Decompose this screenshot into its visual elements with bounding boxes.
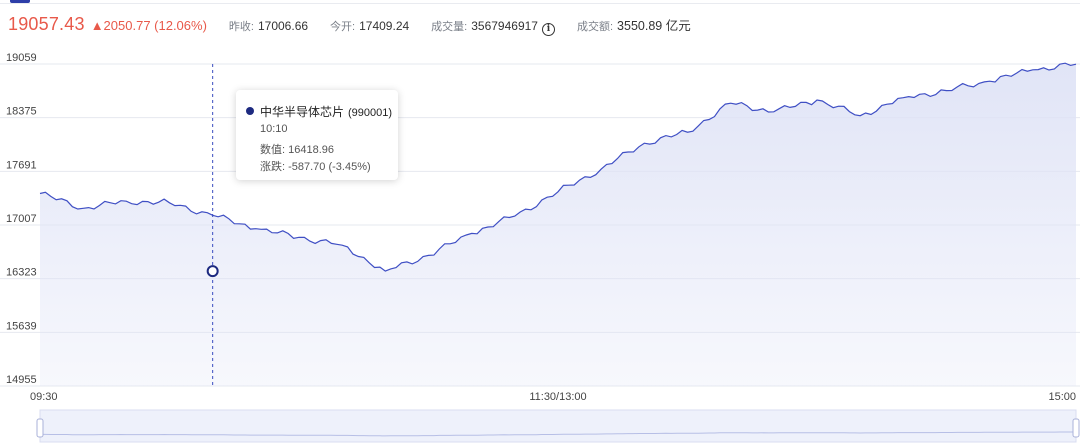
y-tick-label: 15639 — [6, 320, 37, 332]
range-slider-track — [39, 409, 1077, 443]
volume-label: 成交量: — [431, 21, 468, 33]
tooltip-value: 数值: 16418.96 — [260, 144, 334, 156]
y-tick-label: 17007 — [6, 213, 37, 225]
open-value: 17409.24 — [359, 19, 410, 33]
info-icon[interactable]: i — [541, 23, 555, 36]
range-slider-right-handle[interactable] — [1072, 418, 1080, 438]
series-dot-icon — [246, 107, 254, 115]
quote-header: 19057.43 ▲2050.77 (12.06%) 昨收: 17006.66 … — [8, 14, 691, 38]
y-tick-label: 14955 — [6, 374, 37, 386]
tooltip-series-name: 中华半导体芯片 — [260, 105, 345, 119]
x-tick-label: 15:00 — [1048, 391, 1076, 403]
y-tick-label: 19059 — [6, 52, 37, 64]
tooltip-title: 中华半导体芯片 (990001) — [246, 103, 392, 120]
highlight-point — [206, 265, 219, 278]
y-tick-label: 16323 — [6, 267, 37, 279]
turnover-label: 成交额: — [576, 21, 614, 33]
open-label: 今开: — [330, 21, 356, 33]
data-tooltip: 中华半导体芯片 (990001) 10:10 数值: 16418.96 涨跌: -… — [236, 90, 398, 180]
prev-close-label: 昨收: — [228, 21, 254, 33]
intraday-chart[interactable]: 19059 18375 17691 17007 16323 15639 14955 09:30… — [0, 50, 1080, 444]
price-change: ▲2050.77 (12.06%) — [90, 18, 207, 33]
y-tick-label: 18375 — [6, 106, 37, 118]
x-tick-label: 11:30/13:00 — [529, 391, 586, 403]
turnover-value: 3550.89 亿元 — [617, 19, 691, 33]
tooltip-change: 涨跌: -587.70 (-3.45%) — [260, 161, 371, 173]
range-slider-left-handle[interactable] — [36, 418, 44, 438]
tooltip-series-code: (990001) — [348, 107, 393, 119]
current-price: 19057.43 — [8, 14, 85, 34]
x-tick-label: 09:30 — [30, 391, 58, 403]
prev-close-value: 17006.66 — [257, 19, 309, 33]
y-tick-label: 17691 — [6, 159, 37, 171]
header-divider — [0, 3, 1080, 4]
tooltip-time: 10:10 — [260, 123, 288, 135]
volume-value: 3567946917 — [471, 19, 538, 33]
series-area — [40, 63, 1076, 386]
